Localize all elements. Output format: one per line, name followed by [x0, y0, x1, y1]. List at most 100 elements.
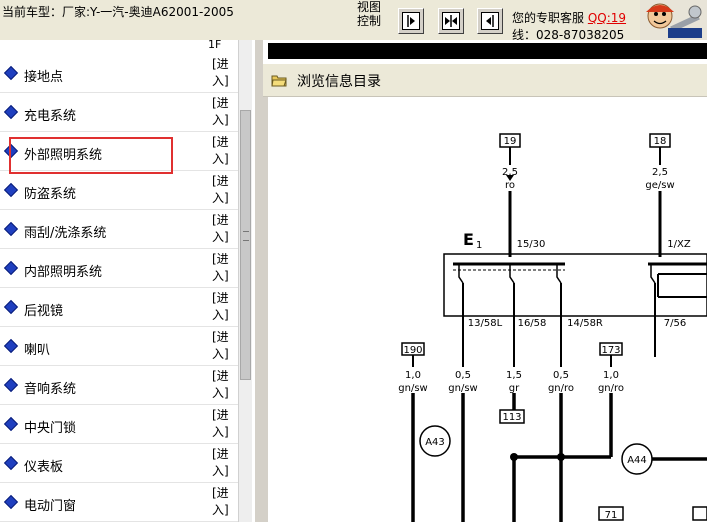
enter-link[interactable]: [进 入] — [212, 407, 234, 441]
list-item-label[interactable]: 仪表板 — [24, 456, 63, 475]
list-item-instrument-panel[interactable]: 仪表板 [进 入] — [0, 444, 238, 483]
pin-13-58l-label: 13/58L — [468, 318, 503, 329]
list-item-label[interactable]: 内部照明系统 — [24, 261, 102, 280]
list-item-ground-points[interactable]: 接地点 [进 入] — [0, 54, 238, 93]
mascot-logo-icon — [640, 0, 707, 40]
wire-d-color: gn/ro — [548, 383, 574, 394]
ground-a43-label: A43 — [425, 437, 445, 448]
current-car-model: 当前车型：厂家:Y-一汽-奥迪A62001-2005 — [2, 5, 234, 19]
diamond-bullet-icon — [3, 260, 19, 276]
ground-a44-label: A44 — [627, 455, 647, 466]
enter-link[interactable]: [进 入] — [212, 368, 234, 402]
diamond-bullet-icon — [3, 494, 19, 510]
list-item-label[interactable]: 音响系统 — [24, 378, 76, 397]
wire-19-color: ro — [505, 180, 515, 191]
wire-18-color: ge/sw — [645, 180, 674, 191]
list-item-label[interactable]: 后视镜 — [24, 300, 63, 319]
list-item-label[interactable]: 充电系统 — [24, 105, 76, 124]
list-item-anti-theft[interactable]: 防盗系统 [进 入] — [0, 171, 238, 210]
scroll-grip-icon — [243, 231, 249, 241]
wire-c-color: gr — [509, 383, 520, 394]
list-item-mirrors[interactable]: 后视镜 [进 入] — [0, 288, 238, 327]
pane-splitter[interactable] — [255, 40, 263, 522]
connector-19-label: 19 — [504, 136, 517, 147]
wire-e-size: 1,0 — [603, 370, 619, 381]
list-item-power-windows[interactable]: 电动门窗 [进 入] — [0, 483, 238, 522]
list-scrollbar[interactable] — [238, 40, 252, 522]
back-icon — [481, 12, 499, 30]
wire-c-size: 1,5 — [506, 370, 522, 381]
enter-link[interactable]: [进 入] — [212, 56, 234, 90]
pin-16-58-label: 16/58 — [518, 318, 547, 329]
diamond-bullet-icon — [3, 416, 19, 432]
list-item-wiper-washer[interactable]: 雨刮/洗涤系统 [进 入] — [0, 210, 238, 249]
pin-1-xz-label: 1/XZ — [667, 239, 691, 250]
wire-19-size: 2,5 — [502, 167, 518, 178]
diamond-bullet-icon — [3, 104, 19, 120]
browse-directory-label[interactable]: 浏览信息目录 — [297, 71, 381, 91]
diamond-bullet-icon — [3, 455, 19, 471]
enter-link[interactable]: [进 入] — [212, 173, 234, 207]
connector-190-label: 190 — [403, 345, 422, 356]
diamond-bullet-icon — [3, 182, 19, 198]
connector-71-label: 71 — [605, 510, 618, 521]
list-item-label[interactable]: 电动门窗 — [24, 495, 76, 514]
browse-directory-bar[interactable]: 浏览信息目录 — [263, 64, 707, 97]
pin-15-30-label: 15/30 — [517, 239, 546, 250]
enter-link[interactable]: [进 入] — [212, 329, 234, 363]
back-button[interactable] — [477, 8, 503, 34]
list-item-interior-lighting[interactable]: 内部照明系统 [进 入] — [0, 249, 238, 288]
partial-item-label: 1F — [208, 40, 222, 51]
scrollbar-thumb[interactable] — [240, 110, 251, 380]
list-item-label[interactable]: 喇叭 — [24, 339, 50, 358]
diamond-bullet-icon — [3, 65, 19, 81]
diamond-bullet-icon — [3, 299, 19, 315]
wire-a-color: gn/sw — [398, 383, 427, 394]
list-item-label[interactable]: 防盗系统 — [24, 183, 76, 202]
list-item-label[interactable]: 中央门锁 — [24, 417, 76, 436]
system-list-panel: 1F 接地点 [进 入] 充电系统 [进 入] 外部照明系统 [进 入] 防盗系统 [… — [0, 40, 255, 522]
wiring-diagram: 19 18 2,5 ro 2,5 ge/sw 15/30 1/XZ 13/58L… — [398, 133, 707, 522]
diamond-bullet-icon — [3, 377, 19, 393]
forward-icon — [402, 12, 420, 30]
wire-18-size: 2,5 — [652, 167, 668, 178]
top-toolbar: 当前车型：厂家:Y-一汽-奥迪A62001-2005 视图 控制 您的专职客服 … — [0, 0, 707, 42]
connector-173-label: 173 — [601, 345, 620, 356]
folder-icon — [271, 73, 287, 87]
list-item-central-locking[interactable]: 中央门锁 [进 入] — [0, 405, 238, 444]
pin-14-58r-label: 14/58R — [567, 318, 603, 329]
enter-link[interactable]: [进 入] — [212, 251, 234, 285]
system-list: 1F 接地点 [进 入] 充电系统 [进 入] 外部照明系统 [进 入] 防盗系统 [… — [0, 40, 238, 522]
view-control-label: 视图 控制 — [357, 0, 387, 28]
connector-18-label: 18 — [654, 136, 667, 147]
qq-link[interactable]: QQ:19 — [588, 11, 626, 25]
component-e1-subscript: 1 — [476, 240, 482, 251]
list-item-label[interactable]: 接地点 — [24, 66, 63, 85]
enter-link[interactable]: [进 入] — [212, 485, 234, 519]
wire-e-color: gn/ro — [598, 383, 624, 394]
wire-b-color: gn/sw — [448, 383, 477, 394]
customer-service-info: 您的专职客服 QQ:19 线：028-87038205 — [512, 10, 626, 44]
connector-113-label: 113 — [502, 412, 521, 423]
selection-highlight-box — [9, 137, 173, 174]
split-view-button[interactable] — [438, 8, 464, 34]
list-item-charging-system[interactable]: 充电系统 [进 入] — [0, 93, 238, 132]
enter-link[interactable]: [进 入] — [212, 134, 234, 168]
wire-b-size: 0,5 — [455, 370, 471, 381]
enter-link[interactable]: [进 入] — [212, 95, 234, 129]
diamond-bullet-icon — [3, 338, 19, 354]
wire-a-size: 1,0 — [405, 370, 421, 381]
enter-link[interactable]: [进 入] — [212, 290, 234, 324]
diamond-bullet-icon — [3, 221, 19, 237]
enter-link[interactable]: [进 入] — [212, 212, 234, 246]
list-item-label[interactable]: 雨刮/洗涤系统 — [24, 222, 106, 241]
view-control-line-1: 视图 — [357, 0, 382, 14]
forward-button[interactable] — [398, 8, 424, 34]
component-e1-label: E — [463, 230, 474, 249]
list-item-audio-system[interactable]: 音响系统 [进 入] — [0, 366, 238, 405]
wire-d-size: 0,5 — [553, 370, 569, 381]
list-item-horn[interactable]: 喇叭 [进 入] — [0, 327, 238, 366]
view-control-line-2: 控制 — [357, 14, 382, 28]
enter-link[interactable]: [进 入] — [212, 446, 234, 480]
split-icon — [442, 12, 460, 30]
